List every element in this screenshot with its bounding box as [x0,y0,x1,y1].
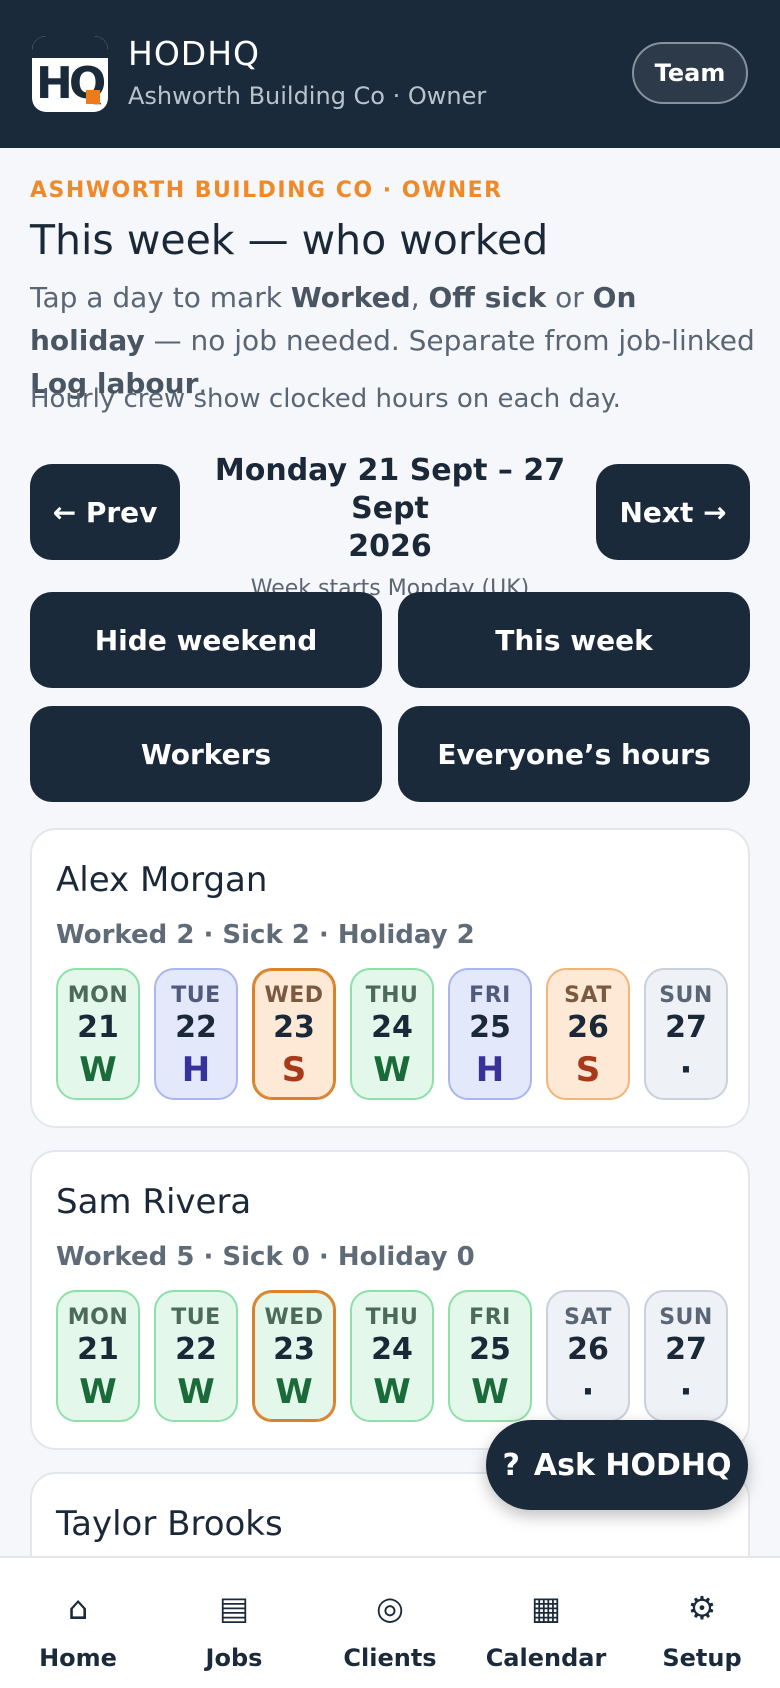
worker-name: Taylor Brooks [56,1504,283,1544]
worker-card: Sam Rivera Worked 5 · Sick 0 · Holiday 0… [30,1150,750,1450]
everyones-hours-button[interactable]: Everyone’s hours [398,706,750,802]
nav-label: Clients [343,1644,437,1672]
clients-icon: ◎ [376,1589,404,1627]
worker-name: Alex Morgan [56,860,268,900]
worker-name: Sam Rivera [56,1182,252,1222]
app-logo: HQ [32,36,108,112]
day-cell-thu[interactable]: THU 24 W [350,968,434,1100]
day-cell-sun[interactable]: SUN 27 · [644,968,728,1100]
hourly-note: Hourly crew show clocked hours on each d… [30,384,621,414]
workers-button[interactable]: Workers [30,706,382,802]
day-cell-tue[interactable]: TUE 22 W [154,1290,238,1422]
calendar-icon: ▦ [530,1589,562,1627]
day-cell-sat[interactable]: SAT 26 · [546,1290,630,1422]
day-cell-fri[interactable]: FRI 25 H [448,968,532,1100]
day-cell-mon[interactable]: MON 21 W [56,968,140,1100]
ask-hodhq-label: Ask HODHQ [533,1447,732,1483]
week-range: Monday 21 Sept – 27 Sept 2026 Week start… [180,452,600,601]
worker-stats: Worked 2 · Sick 2 · Holiday 2 [56,920,475,950]
nav-item-calendar[interactable]: ▦ Calendar [476,1588,616,1688]
app-name: HODHQ [128,34,260,73]
hide-weekend-button[interactable]: Hide weekend [30,592,382,688]
help-icon: ? [502,1447,520,1483]
day-cell-sun[interactable]: SUN 27 · [644,1290,728,1422]
jobs-icon: ▤ [218,1589,250,1627]
nav-item-home[interactable]: ⌂ Home [8,1588,148,1688]
home-icon: ⌂ [67,1589,89,1627]
bottom-nav: ⌂ Home ▤ Jobs ◎ Clients ▦ Calendar ⚙ Set… [0,1556,780,1688]
app-header: HQ HODHQ Ashworth Building Co · Owner Te… [0,0,780,148]
day-cell-sat[interactable]: SAT 26 S [546,968,630,1100]
nav-item-setup[interactable]: ⚙ Setup [632,1588,772,1688]
day-cell-tue[interactable]: TUE 22 H [154,968,238,1100]
nav-label: Home [39,1644,117,1672]
team-button[interactable]: Team [632,42,748,104]
day-cell-mon[interactable]: MON 21 W [56,1290,140,1422]
nav-label: Calendar [485,1644,607,1672]
day-cell-thu[interactable]: THU 24 W [350,1290,434,1422]
nav-label: Jobs [205,1644,263,1672]
ask-hodhq-button[interactable]: ? Ask HODHQ [486,1420,748,1510]
eyebrow: ASHWORTH BUILDING CO · OWNER [30,178,503,203]
worker-stats: Worked 5 · Sick 0 · Holiday 0 [56,1242,475,1272]
day-cell-fri[interactable]: FRI 25 W [448,1290,532,1422]
day-cell-wed[interactable]: WED 23 S [252,968,336,1100]
prev-week-button[interactable]: ← Prev [30,464,180,560]
gear-icon: ⚙ [687,1589,717,1627]
day-cell-wed[interactable]: WED 23 W [252,1290,336,1422]
next-week-button[interactable]: Next → [596,464,750,560]
company-subtitle: Ashworth Building Co · Owner [128,82,487,110]
worker-card: Alex Morgan Worked 2 · Sick 2 · Holiday … [30,828,750,1128]
nav-label: Setup [662,1644,742,1672]
this-week-button[interactable]: This week [398,592,750,688]
nav-item-clients[interactable]: ◎ Clients [320,1588,460,1688]
page-title: This week — who worked [30,216,549,264]
nav-item-jobs[interactable]: ▤ Jobs [164,1588,304,1688]
